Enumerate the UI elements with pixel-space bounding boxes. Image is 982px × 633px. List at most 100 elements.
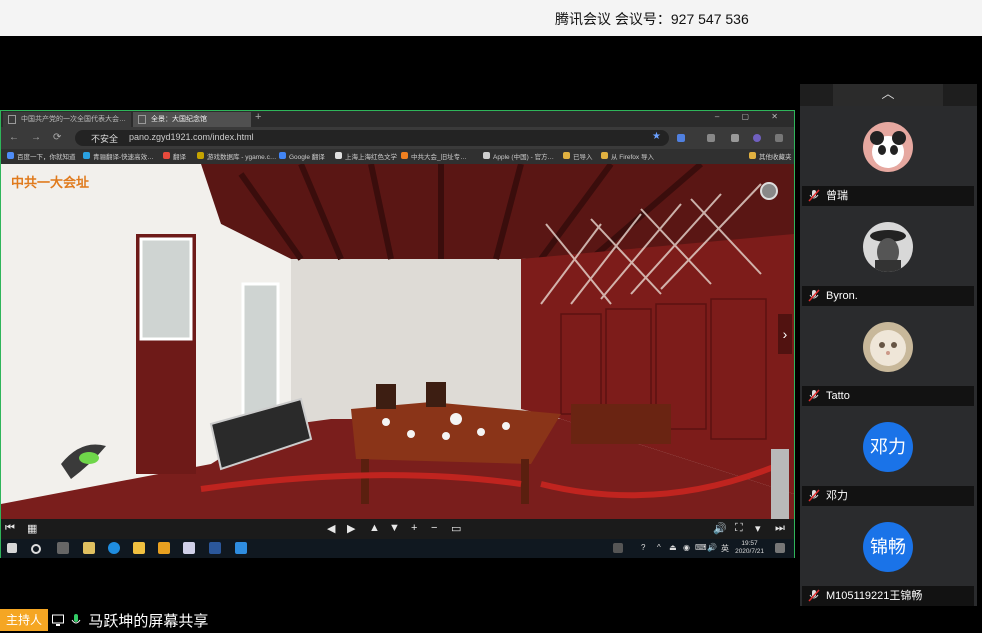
- back-button[interactable]: ←: [9, 132, 19, 143]
- window-controls[interactable]: – ▢ ✕: [715, 112, 788, 121]
- participant-tile[interactable]: 邓力 邓力: [800, 406, 977, 506]
- participant-name: 邓力: [826, 490, 848, 502]
- bookmark-item[interactable]: 青骊翻译-快速高效…: [83, 151, 154, 161]
- pan-down-icon[interactable]: ▼: [389, 522, 400, 534]
- system-clock[interactable]: 19:57 2020/7/21: [735, 540, 764, 556]
- screen-share-label: 马跃坤的屏幕共享: [52, 610, 208, 631]
- tab-label: 中国共产党的一次全国代表大会…: [21, 116, 126, 123]
- skip-next-icon[interactable]: ⏭: [775, 522, 785, 535]
- store-icon[interactable]: [83, 542, 95, 554]
- file-explorer-icon[interactable]: [133, 542, 145, 554]
- skip-previous-icon[interactable]: ⏮: [5, 522, 15, 535]
- collections-icon[interactable]: [731, 134, 739, 142]
- participant-tile[interactable]: Tatto: [800, 306, 977, 406]
- hide-controls-icon[interactable]: ▾: [755, 522, 761, 535]
- meeting-app-icon[interactable]: [235, 542, 247, 554]
- bookmark-item[interactable]: 游戏数据库 - ygame.c…: [197, 151, 276, 161]
- scene-title: 中共一大会址: [11, 175, 90, 190]
- avatar: [863, 222, 913, 272]
- avatar: [863, 322, 913, 372]
- panorama-image: [1, 164, 794, 519]
- bookmark-folder[interactable]: 从 Firefox 导入: [601, 151, 654, 161]
- sound-icon[interactable]: 🔊: [713, 522, 727, 535]
- participant-name-bar: Tatto: [802, 386, 974, 406]
- browser-tab[interactable]: 中国共产党的一次全国代表大会…: [3, 112, 131, 127]
- input-method-icon[interactable]: 英: [721, 543, 729, 554]
- bookmark-star-icon[interactable]: ★: [652, 131, 661, 142]
- volume-icon[interactable]: 🔊: [707, 543, 717, 552]
- meeting-title-bar: 腾讯会议 会议号：927 547 536: [0, 0, 982, 36]
- forward-button[interactable]: →: [31, 132, 41, 143]
- app-icon[interactable]: [158, 542, 170, 554]
- new-tab-button[interactable]: +: [255, 111, 261, 123]
- clock-date: 2020/7/21: [735, 548, 764, 555]
- chevron-up-icon[interactable]: ^: [657, 543, 661, 552]
- task-view-icon[interactable]: [57, 542, 69, 554]
- participant-name: 曾瑞: [826, 190, 848, 202]
- extension-icon[interactable]: [677, 134, 685, 142]
- avatar-initials: 邓力: [863, 422, 913, 472]
- record-icon[interactable]: ◉: [683, 543, 690, 552]
- mic-muted-icon: [808, 489, 820, 502]
- reload-button[interactable]: ⟳: [53, 132, 61, 143]
- panorama-controls: ⏮ ▦ ◀ ▶ ▲ ▼ + − ▭ 🔊 ⛶ ▾ ⏭: [1, 519, 794, 539]
- notification-icon[interactable]: [775, 543, 785, 553]
- pan-right-icon[interactable]: ▶: [347, 522, 355, 535]
- bookmark-item[interactable]: Google 翻译: [279, 151, 325, 161]
- participant-name-bar: M105119221王锦畅: [802, 586, 974, 606]
- zoom-in-icon[interactable]: +: [411, 522, 417, 534]
- word-icon[interactable]: [209, 542, 221, 554]
- clock-time: 19:57: [741, 540, 758, 547]
- collapse-chevron-icon[interactable]: ︿: [833, 84, 943, 106]
- help-icon[interactable]: ?: [641, 543, 645, 552]
- mic-active-icon: [71, 614, 81, 624]
- zoom-out-icon[interactable]: −: [431, 522, 437, 534]
- page-icon: [8, 115, 16, 124]
- pan-left-icon[interactable]: ◀: [327, 522, 335, 535]
- bookmark-item[interactable]: 翻译: [163, 151, 186, 161]
- app-icon[interactable]: [183, 542, 195, 554]
- address-input[interactable]: 不安全 pano.zgyd1921.com/index.html ★: [75, 130, 669, 146]
- vr-icon[interactable]: ▭: [451, 522, 461, 535]
- participant-name: M105119221王锦畅: [826, 590, 923, 602]
- thumbnails-icon[interactable]: ▦: [27, 522, 37, 535]
- pan-up-icon[interactable]: ▲: [369, 522, 380, 534]
- mic-muted-icon: [808, 389, 820, 402]
- panorama-view[interactable]: 中共一大会址 ›: [1, 164, 794, 519]
- participant-tile[interactable]: 锦畅 M105119221王锦畅: [800, 506, 977, 606]
- avatar-initials: 锦畅: [863, 522, 913, 572]
- page-icon: [138, 115, 146, 124]
- menu-icon[interactable]: [775, 134, 783, 142]
- host-badge: 主持人: [0, 609, 48, 631]
- bookmarks-bar: 百度一下，你就知道 青骊翻译-快速高效… 翻译 游戏数据库 - ygame.c……: [1, 149, 794, 164]
- start-icon[interactable]: [7, 543, 17, 553]
- edge-icon[interactable]: [108, 542, 120, 554]
- browser-tab-bar: 中国共产党的一次全国代表大会… 全景：大国纪念馆 + – ▢ ✕: [1, 111, 794, 127]
- participant-name-bar: Byron.: [802, 286, 974, 306]
- browser-tab-active[interactable]: 全景：大国纪念馆: [133, 112, 251, 127]
- bookmark-item[interactable]: 中共大会_旧址专…: [401, 151, 467, 161]
- bookmark-item[interactable]: 百度一下，你就知道: [7, 151, 76, 161]
- bookmark-folder[interactable]: 已导入: [563, 151, 593, 161]
- profile-avatar[interactable]: [753, 134, 761, 142]
- bookmark-item[interactable]: Apple (中国) - 官方…: [483, 151, 554, 161]
- eject-icon[interactable]: ⏏: [669, 543, 677, 552]
- participant-tile[interactable]: 曾瑞: [800, 106, 977, 206]
- keyboard-icon[interactable]: ⌨: [695, 543, 707, 552]
- participant-name-bar: 邓力: [802, 486, 974, 506]
- search-icon[interactable]: [31, 544, 41, 554]
- shared-screen[interactable]: 中国共产党的一次全国代表大会… 全景：大国纪念馆 + – ▢ ✕ ← → ⟳ 不…: [0, 110, 795, 558]
- url-text: pano.zgyd1921.com/index.html: [129, 132, 254, 142]
- participant-name: Byron.: [826, 290, 858, 302]
- mic-muted-icon: [808, 589, 820, 602]
- bookmark-item[interactable]: 上海上海红色文学: [335, 151, 397, 161]
- bookmark-folder[interactable]: 其他收藏夹: [749, 151, 792, 161]
- globe-icon[interactable]: [760, 182, 778, 200]
- tray-icon[interactable]: [613, 543, 623, 553]
- participant-name-bar: 曾瑞: [802, 186, 974, 206]
- fullscreen-icon[interactable]: ⛶: [735, 522, 743, 535]
- next-scene-arrow-icon[interactable]: ›: [778, 314, 792, 354]
- security-indicator[interactable]: 不安全: [91, 132, 118, 145]
- participant-tile[interactable]: Byron.: [800, 206, 977, 306]
- extension-icon[interactable]: [707, 134, 715, 142]
